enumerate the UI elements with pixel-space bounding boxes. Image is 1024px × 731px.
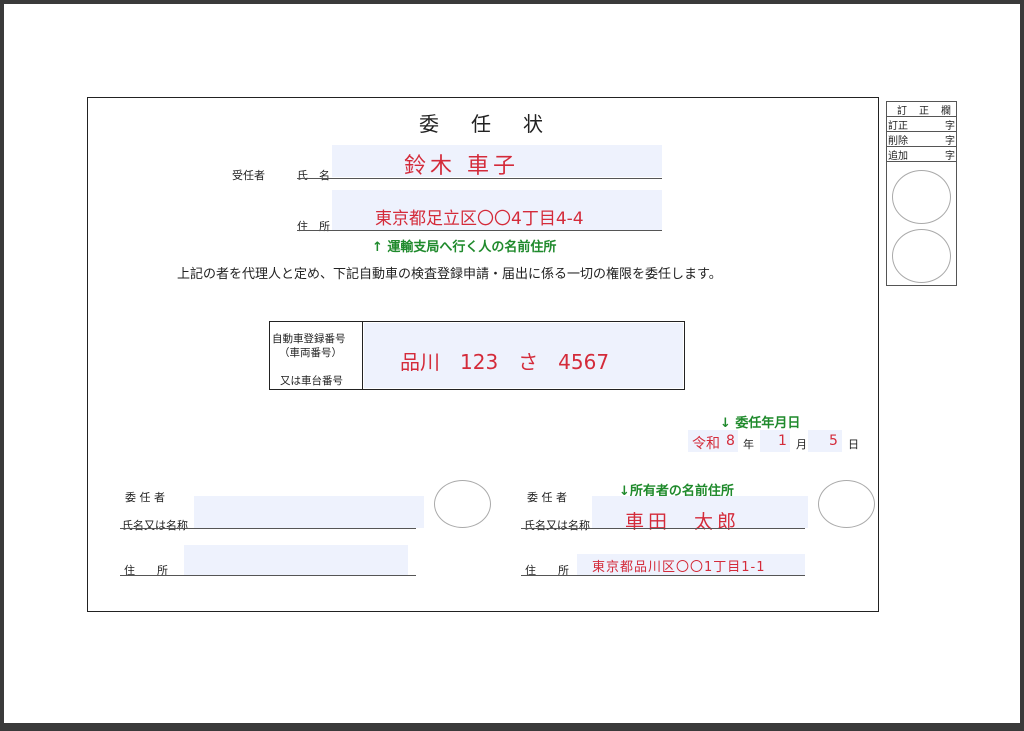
vehicle-label-line2: （車両番号） [279,347,342,359]
vehicle-box-divider [362,322,363,389]
vehicle-number-value: 品川 123 さ 4567 [400,350,610,374]
correction-row-unit: 字 [945,136,955,147]
delegator-left-name-underline [120,528,416,529]
date-note: ↓ 委任年月日 [720,416,801,431]
correction-row-label: 追加 [888,151,908,162]
date-day-unit: 日 [848,438,859,451]
trustee-note: ↑ 運輸支局へ行く人の名前住所 [372,240,557,255]
date-month-unit: 月 [796,438,807,451]
date-year: 8 [726,433,735,449]
document-sheet: 委 任 状 受任者 氏 名 鈴木 車子 住 所 東京都足立区〇〇4丁目4-4 ↑… [4,4,1020,723]
document-title: 委 任 状 [419,112,549,136]
trustee-label: 受任者 [232,169,265,182]
correction-row-label: 訂正 [888,121,908,132]
correction-row-label: 削除 [888,136,908,147]
correction-header: 訂 正 欄 [897,106,952,117]
delegator-left-name-label: 氏名又は名称 [122,519,188,532]
delegator-right-name-underline [521,528,805,529]
delegator-right-name-label: 氏名又は名称 [524,519,590,532]
trustee-address-underline [297,230,662,231]
correction-row: 削除 字 [887,132,956,147]
correction-row-unit: 字 [945,121,955,132]
correction-box: 訂 正 欄 訂正 字 削除 字 追加 字 [886,101,957,286]
delegator-right-name-value: 車田 太郎 [625,511,741,533]
correction-row-unit: 字 [945,151,955,162]
delegator-right-label: 委 任 者 [527,491,567,504]
delegator-right-address-underline [521,575,805,576]
correction-row: 追加 字 [887,147,956,162]
delegator-left-label: 委 任 者 [125,491,165,504]
trustee-name-label: 氏 名 [297,169,330,182]
date-year-unit: 年 [743,438,754,451]
trustee-address-value: 東京都足立区〇〇4丁目4-4 [375,209,584,229]
delegator-left-seal-circle [434,480,491,528]
trustee-name-value: 鈴木 車子 [404,154,519,179]
date-era: 令和 [692,436,720,452]
correction-row: 訂正 字 [887,117,956,132]
correction-header-row: 訂 正 欄 [887,102,956,117]
delegator-left-address-field[interactable] [184,545,408,575]
vehicle-label-line1: 自動車登録番号 [272,333,346,345]
delegator-left-name-field[interactable] [194,496,424,528]
correction-seal-circle-1 [892,170,951,224]
delegator-left-address-underline [120,575,416,576]
trustee-address-label: 住 所 [297,220,330,233]
delegator-right-seal-circle [818,480,875,528]
date-day: 5 [829,433,838,449]
date-month: 1 [778,433,787,449]
vehicle-label-line3: 又は車台番号 [280,375,343,387]
correction-seal-circle-2 [892,229,951,283]
delegator-right-address-value: 東京都品川区〇〇1丁目1-1 [592,560,766,575]
delegation-statement: 上記の者を代理人と定め、下記自動車の検査登録申請・届出に係る一切の権限を委任しま… [177,267,722,282]
